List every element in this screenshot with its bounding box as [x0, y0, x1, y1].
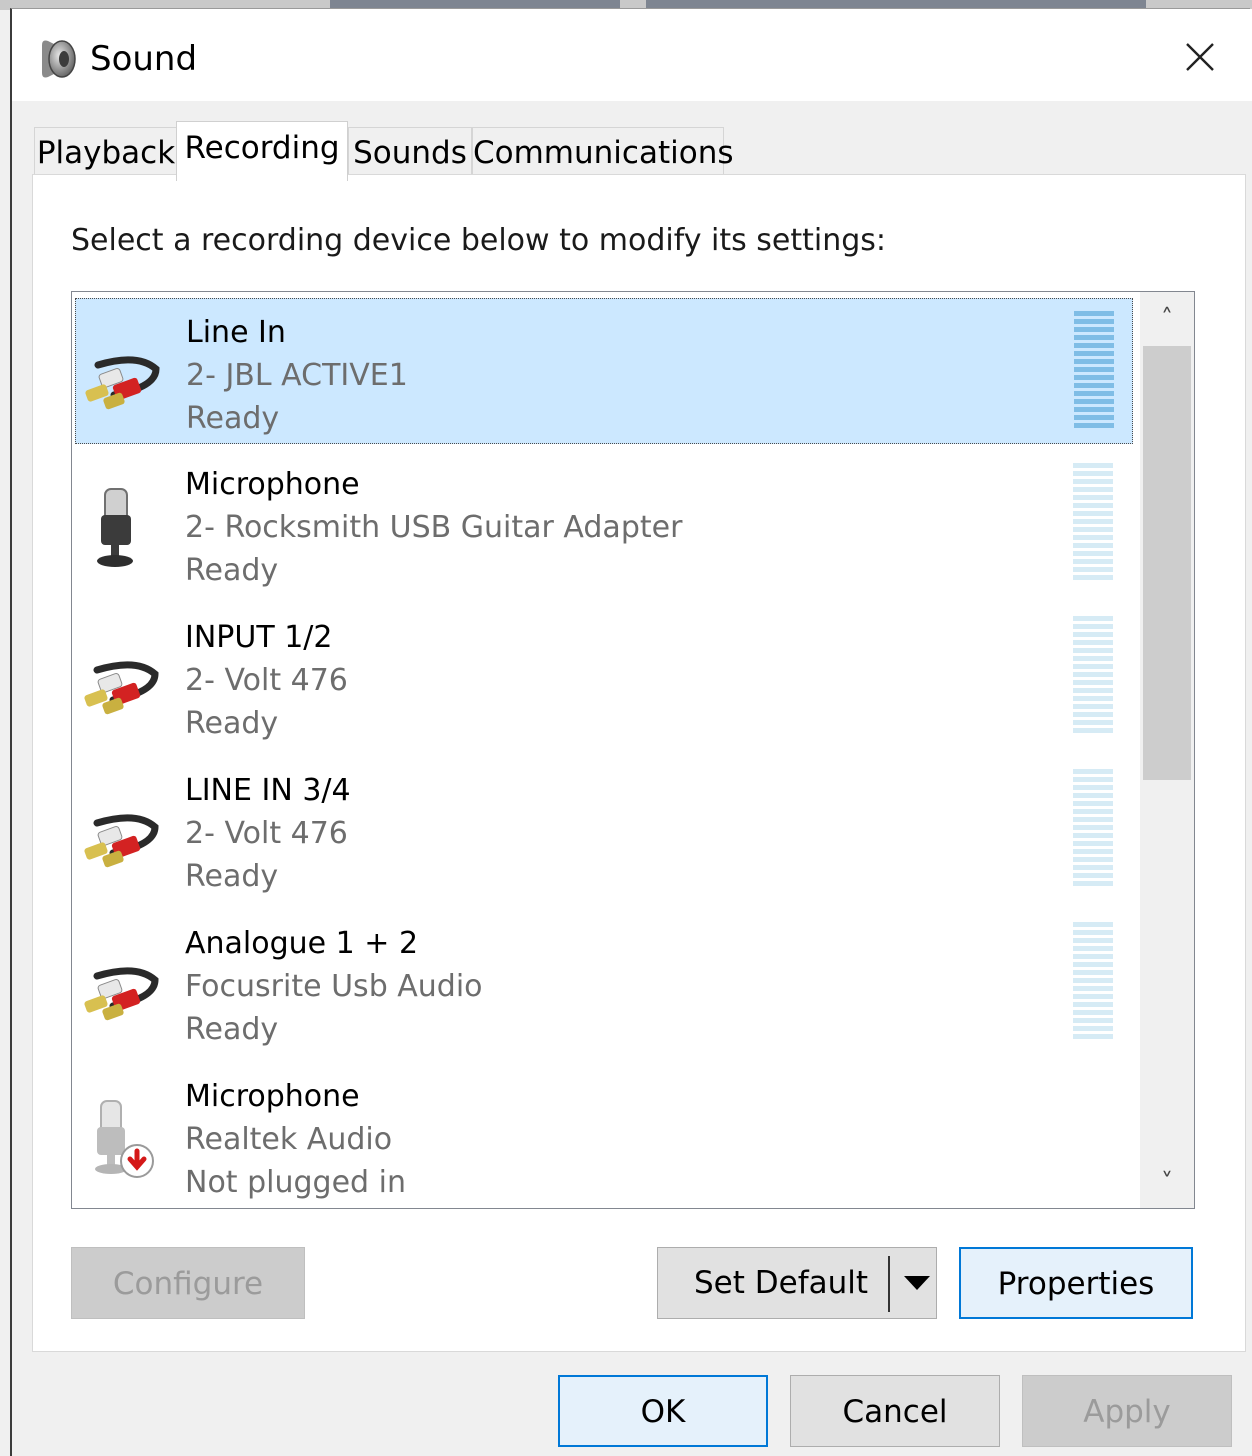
device-status: Ready	[186, 401, 280, 436]
device-item-microphone-realtek[interactable]: Microphone Realtek Audio Not plugged in	[75, 1063, 1133, 1208]
device-name: Line In	[186, 315, 286, 350]
device-item-line-in[interactable]: Line In 2- JBL ACTIVE1 Ready	[75, 298, 1133, 444]
set-default-label[interactable]: Set Default	[694, 1248, 868, 1318]
device-status: Ready	[185, 1012, 279, 1047]
device-item-input-1-2[interactable]: INPUT 1/2 2- Volt 476 Ready	[75, 604, 1133, 750]
sound-dialog: Sound Playback Recording Sounds Communic…	[10, 8, 1252, 1456]
device-status: Ready	[185, 553, 279, 588]
device-name: LINE IN 3/4	[185, 773, 351, 808]
speaker-icon	[42, 40, 76, 78]
scroll-down-arrow-icon[interactable]: ˅	[1140, 1156, 1194, 1208]
dropdown-arrow-icon[interactable]	[898, 1248, 936, 1318]
level-meter	[1073, 922, 1113, 1040]
level-meter	[1073, 616, 1113, 734]
line-in-cable-icon	[84, 814, 159, 868]
device-description: 2- Volt 476	[185, 663, 348, 698]
cancel-button[interactable]: Cancel	[790, 1375, 1000, 1447]
device-item-line-in-3-4[interactable]: LINE IN 3/4 2- Volt 476 Ready	[75, 757, 1133, 903]
apply-button[interactable]: Apply	[1022, 1375, 1232, 1447]
instruction-text: Select a recording device below to modif…	[71, 223, 887, 258]
window-title: Sound	[90, 39, 198, 79]
split-divider	[888, 1256, 890, 1312]
title-bar[interactable]: Sound	[12, 9, 1252, 101]
device-name: INPUT 1/2	[185, 620, 333, 655]
device-status: Ready	[185, 859, 279, 894]
microphone-icon	[97, 488, 133, 567]
line-in-cable-icon	[85, 356, 160, 410]
recording-device-list[interactable]: Line In 2- JBL ACTIVE1 Ready Microphone …	[71, 291, 1195, 1209]
device-item-analogue-1-2[interactable]: Analogue 1 + 2 Focusrite Usb Audio Ready	[75, 910, 1133, 1056]
device-description: 2- JBL ACTIVE1	[186, 358, 408, 393]
close-icon[interactable]	[1178, 35, 1222, 79]
device-description: 2- Volt 476	[185, 816, 348, 851]
level-meter	[1074, 311, 1114, 429]
tab-recording[interactable]: Recording	[176, 121, 348, 181]
line-in-cable-icon	[84, 661, 159, 715]
line-in-cable-icon	[84, 967, 159, 1021]
properties-button[interactable]: Properties	[959, 1247, 1193, 1319]
device-status: Not plugged in	[185, 1165, 406, 1200]
tab-sounds[interactable]: Sounds	[348, 127, 472, 179]
device-item-microphone-rocksmith[interactable]: Microphone 2- Rocksmith USB Guitar Adapt…	[75, 451, 1133, 597]
device-status: Ready	[185, 706, 279, 741]
set-default-split-button[interactable]: Set Default	[657, 1247, 937, 1319]
level-meter	[1073, 769, 1113, 887]
microphone-unplugged-icon	[95, 1100, 154, 1178]
tab-communications[interactable]: Communications	[472, 127, 734, 179]
device-description: 2- Rocksmith USB Guitar Adapter	[185, 510, 683, 545]
recording-panel: Select a recording device below to modif…	[32, 174, 1246, 1352]
vertical-scrollbar[interactable]: ˄ ˅	[1140, 292, 1194, 1208]
scroll-up-arrow-icon[interactable]: ˄	[1140, 292, 1194, 344]
ok-button[interactable]: OK	[558, 1375, 768, 1447]
device-name: Analogue 1 + 2	[185, 926, 419, 961]
device-description: Focusrite Usb Audio	[185, 969, 483, 1004]
device-description: Realtek Audio	[185, 1122, 393, 1157]
tab-playback[interactable]: Playback	[34, 127, 178, 179]
scroll-thumb[interactable]	[1143, 346, 1191, 780]
device-name: Microphone	[185, 467, 360, 502]
level-meter	[1073, 463, 1113, 581]
device-name: Microphone	[185, 1079, 360, 1114]
configure-button[interactable]: Configure	[71, 1247, 305, 1319]
